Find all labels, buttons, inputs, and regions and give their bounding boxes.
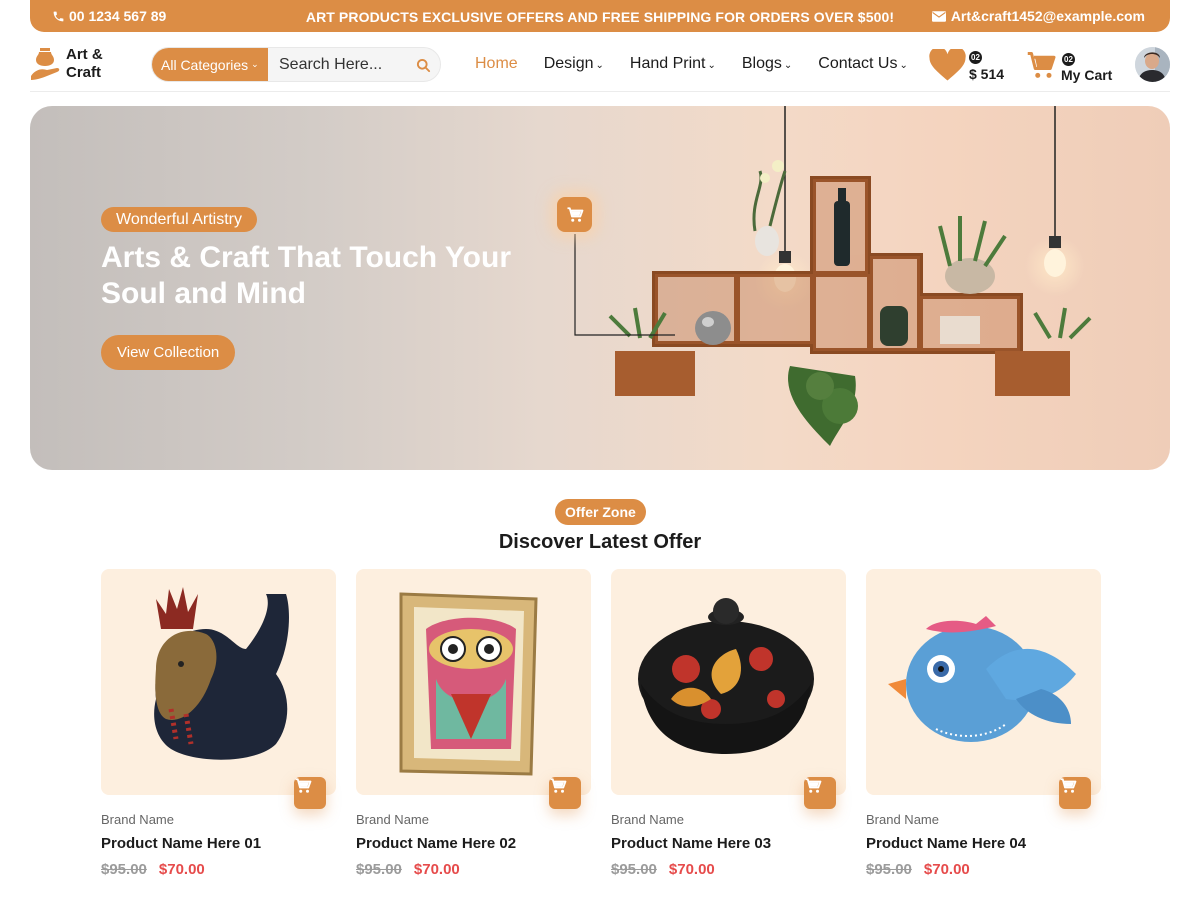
rooster-figurine-image [154,587,289,760]
product-brand: Brand Name [611,812,684,827]
old-price: $95.00 [611,861,657,878]
old-price: $95.00 [356,861,402,878]
section-title: Discover Latest Offer [498,531,702,553]
nav-item-contact[interactable]: Contact Us ⌄ [818,55,908,73]
nav-label: Contact Us [818,55,898,72]
nav-item-design[interactable]: Design ⌄ [544,55,604,73]
top-bar: 00 1234 567 89 ART PRODUCTS EXCLUSIVE OF… [30,0,1170,32]
search-bar: All Categories ⌄ [151,47,441,82]
product-brand: Brand Name [101,812,174,827]
main-nav: Home Design ⌄ Hand Print ⌄ Blogs ⌄ Contact … [475,55,934,73]
search-input[interactable] [268,55,408,74]
sale-price: $70.00 [413,861,460,878]
nav-item-hand-print[interactable]: Hand Print ⌄ [630,55,716,73]
add-to-cart-button[interactable] [1059,777,1091,809]
product-brand: Brand Name [866,812,939,827]
product-card[interactable]: Brand Name Product Name Here 04 $95.00 $… [866,569,1101,878]
old-price: $95.00 [866,861,912,878]
product-image[interactable] [611,569,846,809]
nav-label: Blogs [741,55,782,72]
logo[interactable]: Art & Craft [30,46,103,82]
product-card[interactable]: Brand Name Product Name Here 01 $95.00 $… [101,569,336,878]
sale-price: $70.00 [923,861,970,878]
product-prices: $95.00 $70.00 [611,861,846,878]
chevron-down-icon: ⌄ [595,59,604,71]
view-collection-button[interactable]: View Collection [101,335,236,370]
wishlist-amount: $ 514 [969,66,1005,82]
wishlist-button[interactable]: 02 $ 514 [929,49,1009,89]
product-name[interactable]: Product Name Here 03 [611,835,846,852]
cart-icon [295,778,312,793]
product-prices: $95.00 $70.00 [866,861,1101,878]
add-to-cart-button[interactable] [549,777,581,809]
sale-price: $70.00 [158,861,205,878]
add-to-cart-button[interactable] [294,777,326,809]
category-select[interactable]: All Categories ⌄ [152,48,268,81]
logo-icon [31,48,60,80]
hero-title: Arts & Craft That Touch Your Soul and Mi… [101,241,512,310]
cart-label: My Cart [1061,67,1113,83]
product-prices: $95.00 $70.00 [356,861,591,878]
logo-line2: Craft [66,64,102,81]
chevron-down-icon: ⌄ [783,59,793,71]
nav-label: Design [543,55,594,72]
product-brand: Brand Name [356,812,429,827]
mail-icon [931,10,946,22]
cart-button[interactable]: 02 My Cart [1026,49,1126,89]
product-name[interactable]: Product Name Here 04 [866,835,1101,852]
email-address: Art&craft1452@example.com [950,8,1145,24]
nav-item-blogs[interactable]: Blogs ⌄ [742,55,792,73]
product-name[interactable]: Product Name Here 02 [356,835,591,852]
lacquered-bowl-image [638,598,814,754]
cart-count: 02 [1062,53,1075,66]
email-contact[interactable]: Art&craft1452@example.com [931,8,1145,24]
old-price: $95.00 [101,861,147,878]
add-to-cart-button[interactable] [804,777,836,809]
nav-label: Hand Print [629,55,706,72]
category-label: All Categories [161,56,249,73]
product-image[interactable] [866,569,1101,809]
product-card[interactable]: Brand Name Product Name Here 02 $95.00 $… [356,569,591,878]
nav-label: Home [475,55,518,72]
cart-icon [550,778,567,793]
product-card[interactable]: Brand Name Product Name Here 03 $95.00 $… [611,569,846,878]
heart-icon [929,49,966,81]
cart-icon [1027,52,1056,78]
product-image[interactable] [356,569,591,809]
blue-bird-figurine-image [888,616,1076,742]
chevron-down-icon: ⌄ [899,59,908,71]
user-avatar-image [1135,47,1170,82]
cart-icon [805,778,822,793]
search-icon[interactable] [416,58,431,73]
avatar[interactable] [1135,47,1170,82]
cart-icon [567,206,583,222]
owl-painting-frame-image [399,592,538,776]
hero-banner: Wonderful Artistry Arts & Craft That Tou… [30,106,1170,470]
product-prices: $95.00 $70.00 [101,861,336,878]
chevron-down-icon: ⌄ [251,59,259,69]
nav-item-home[interactable]: Home [475,55,518,73]
product-image[interactable] [101,569,336,809]
hotspot-cart-button[interactable] [557,197,592,232]
product-name[interactable]: Product Name Here 01 [101,835,336,852]
logo-line1: Art & [66,46,103,63]
main-header: Art & Craft All Categories ⌄ Home Design… [30,32,1170,92]
chevron-down-icon: ⌄ [707,59,716,71]
wishlist-count: 02 [969,51,982,64]
cart-icon [1060,778,1077,793]
sale-price: $70.00 [668,861,715,878]
hero-tag: Wonderful Artistry [101,207,257,232]
offer-tag: Offer Zone [555,499,646,525]
